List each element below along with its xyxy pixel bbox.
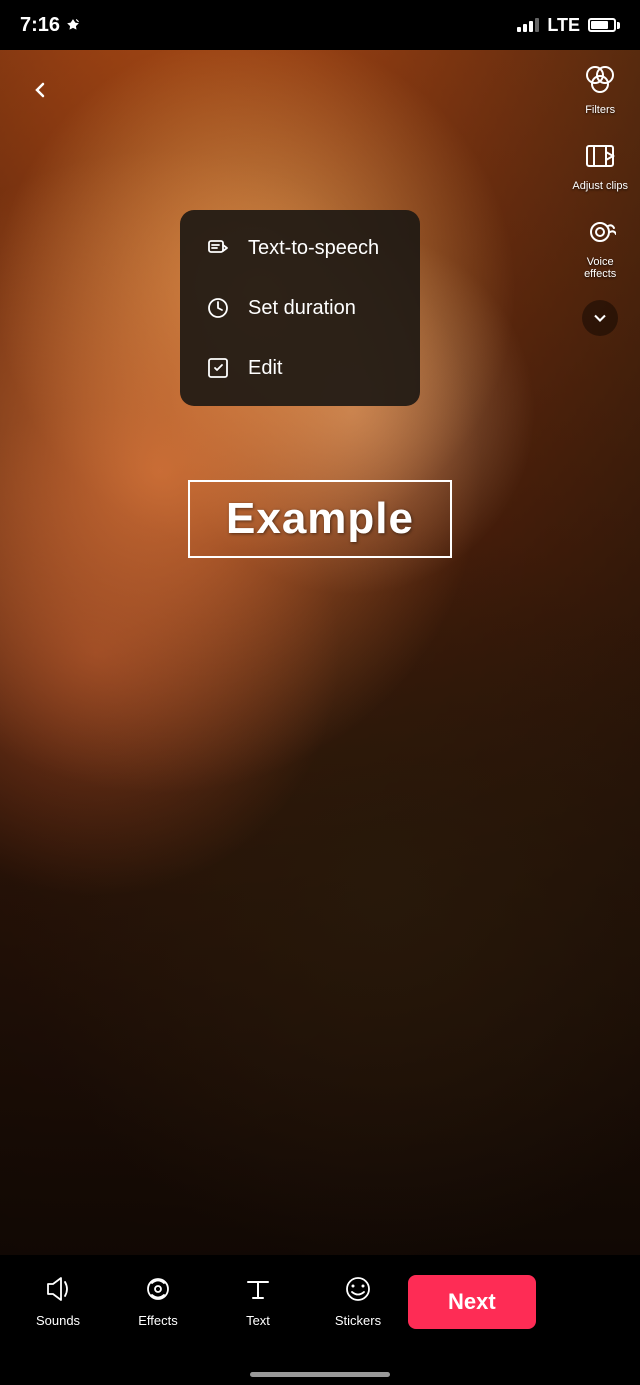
voice-effects-button[interactable]: Voice effects	[580, 212, 620, 280]
set-duration-label: Set duration	[248, 297, 356, 320]
effects-button[interactable]: Effects	[108, 1271, 208, 1328]
adjust-clips-button[interactable]: Adjust clips	[572, 136, 628, 192]
voice-effects-label: Voice effects	[584, 256, 616, 280]
set-duration-icon	[204, 294, 232, 322]
edit-icon	[204, 354, 232, 382]
effects-icon	[140, 1271, 176, 1307]
right-toolbar: Filters Adjust clips	[572, 60, 628, 336]
text-icon	[240, 1271, 276, 1307]
home-indicator	[250, 1372, 390, 1377]
filters-label: Filters	[585, 104, 615, 116]
filters-button[interactable]: Filters	[580, 60, 620, 116]
effects-label: Effects	[138, 1313, 178, 1328]
text-button[interactable]: Text	[208, 1271, 308, 1328]
expand-more-button[interactable]	[582, 300, 618, 336]
set-duration-option[interactable]: Set duration	[180, 278, 420, 338]
stickers-label: Stickers	[335, 1313, 381, 1328]
status-right: LTE	[517, 15, 620, 36]
next-button[interactable]: Next	[408, 1275, 536, 1329]
voice-effects-icon	[580, 212, 620, 252]
context-menu: Text-to-speech Set duration Edit	[180, 210, 420, 406]
adjust-clips-label: Adjust clips	[572, 180, 628, 192]
text-label: Text	[246, 1313, 270, 1328]
status-time: 7:16	[20, 14, 80, 37]
stickers-button[interactable]: Stickers	[308, 1271, 408, 1328]
video-preview: Filters Adjust clips	[0, 50, 640, 1255]
edit-option[interactable]: Edit	[180, 338, 420, 398]
sounds-button[interactable]: Sounds	[8, 1271, 108, 1328]
bottom-toolbar: Sounds Effects Text	[0, 1255, 640, 1385]
lte-label: LTE	[547, 15, 580, 36]
filters-icon	[580, 60, 620, 100]
text-to-speech-label: Text-to-speech	[248, 237, 379, 260]
back-button[interactable]	[20, 70, 60, 110]
battery-indicator	[588, 18, 620, 32]
edit-label: Edit	[248, 357, 282, 380]
time-display: 7:16	[20, 14, 60, 37]
location-icon	[66, 18, 80, 32]
adjust-clips-icon	[580, 136, 620, 176]
text-to-speech-icon	[204, 234, 232, 262]
signal-bars	[517, 18, 539, 32]
stickers-icon	[340, 1271, 376, 1307]
sounds-label: Sounds	[36, 1313, 80, 1328]
text-overlay[interactable]: Example	[188, 480, 452, 558]
sounds-icon	[40, 1271, 76, 1307]
text-to-speech-option[interactable]: Text-to-speech	[180, 218, 420, 278]
overlay-text: Example	[226, 494, 414, 543]
status-bar: 7:16 LTE	[0, 0, 640, 50]
